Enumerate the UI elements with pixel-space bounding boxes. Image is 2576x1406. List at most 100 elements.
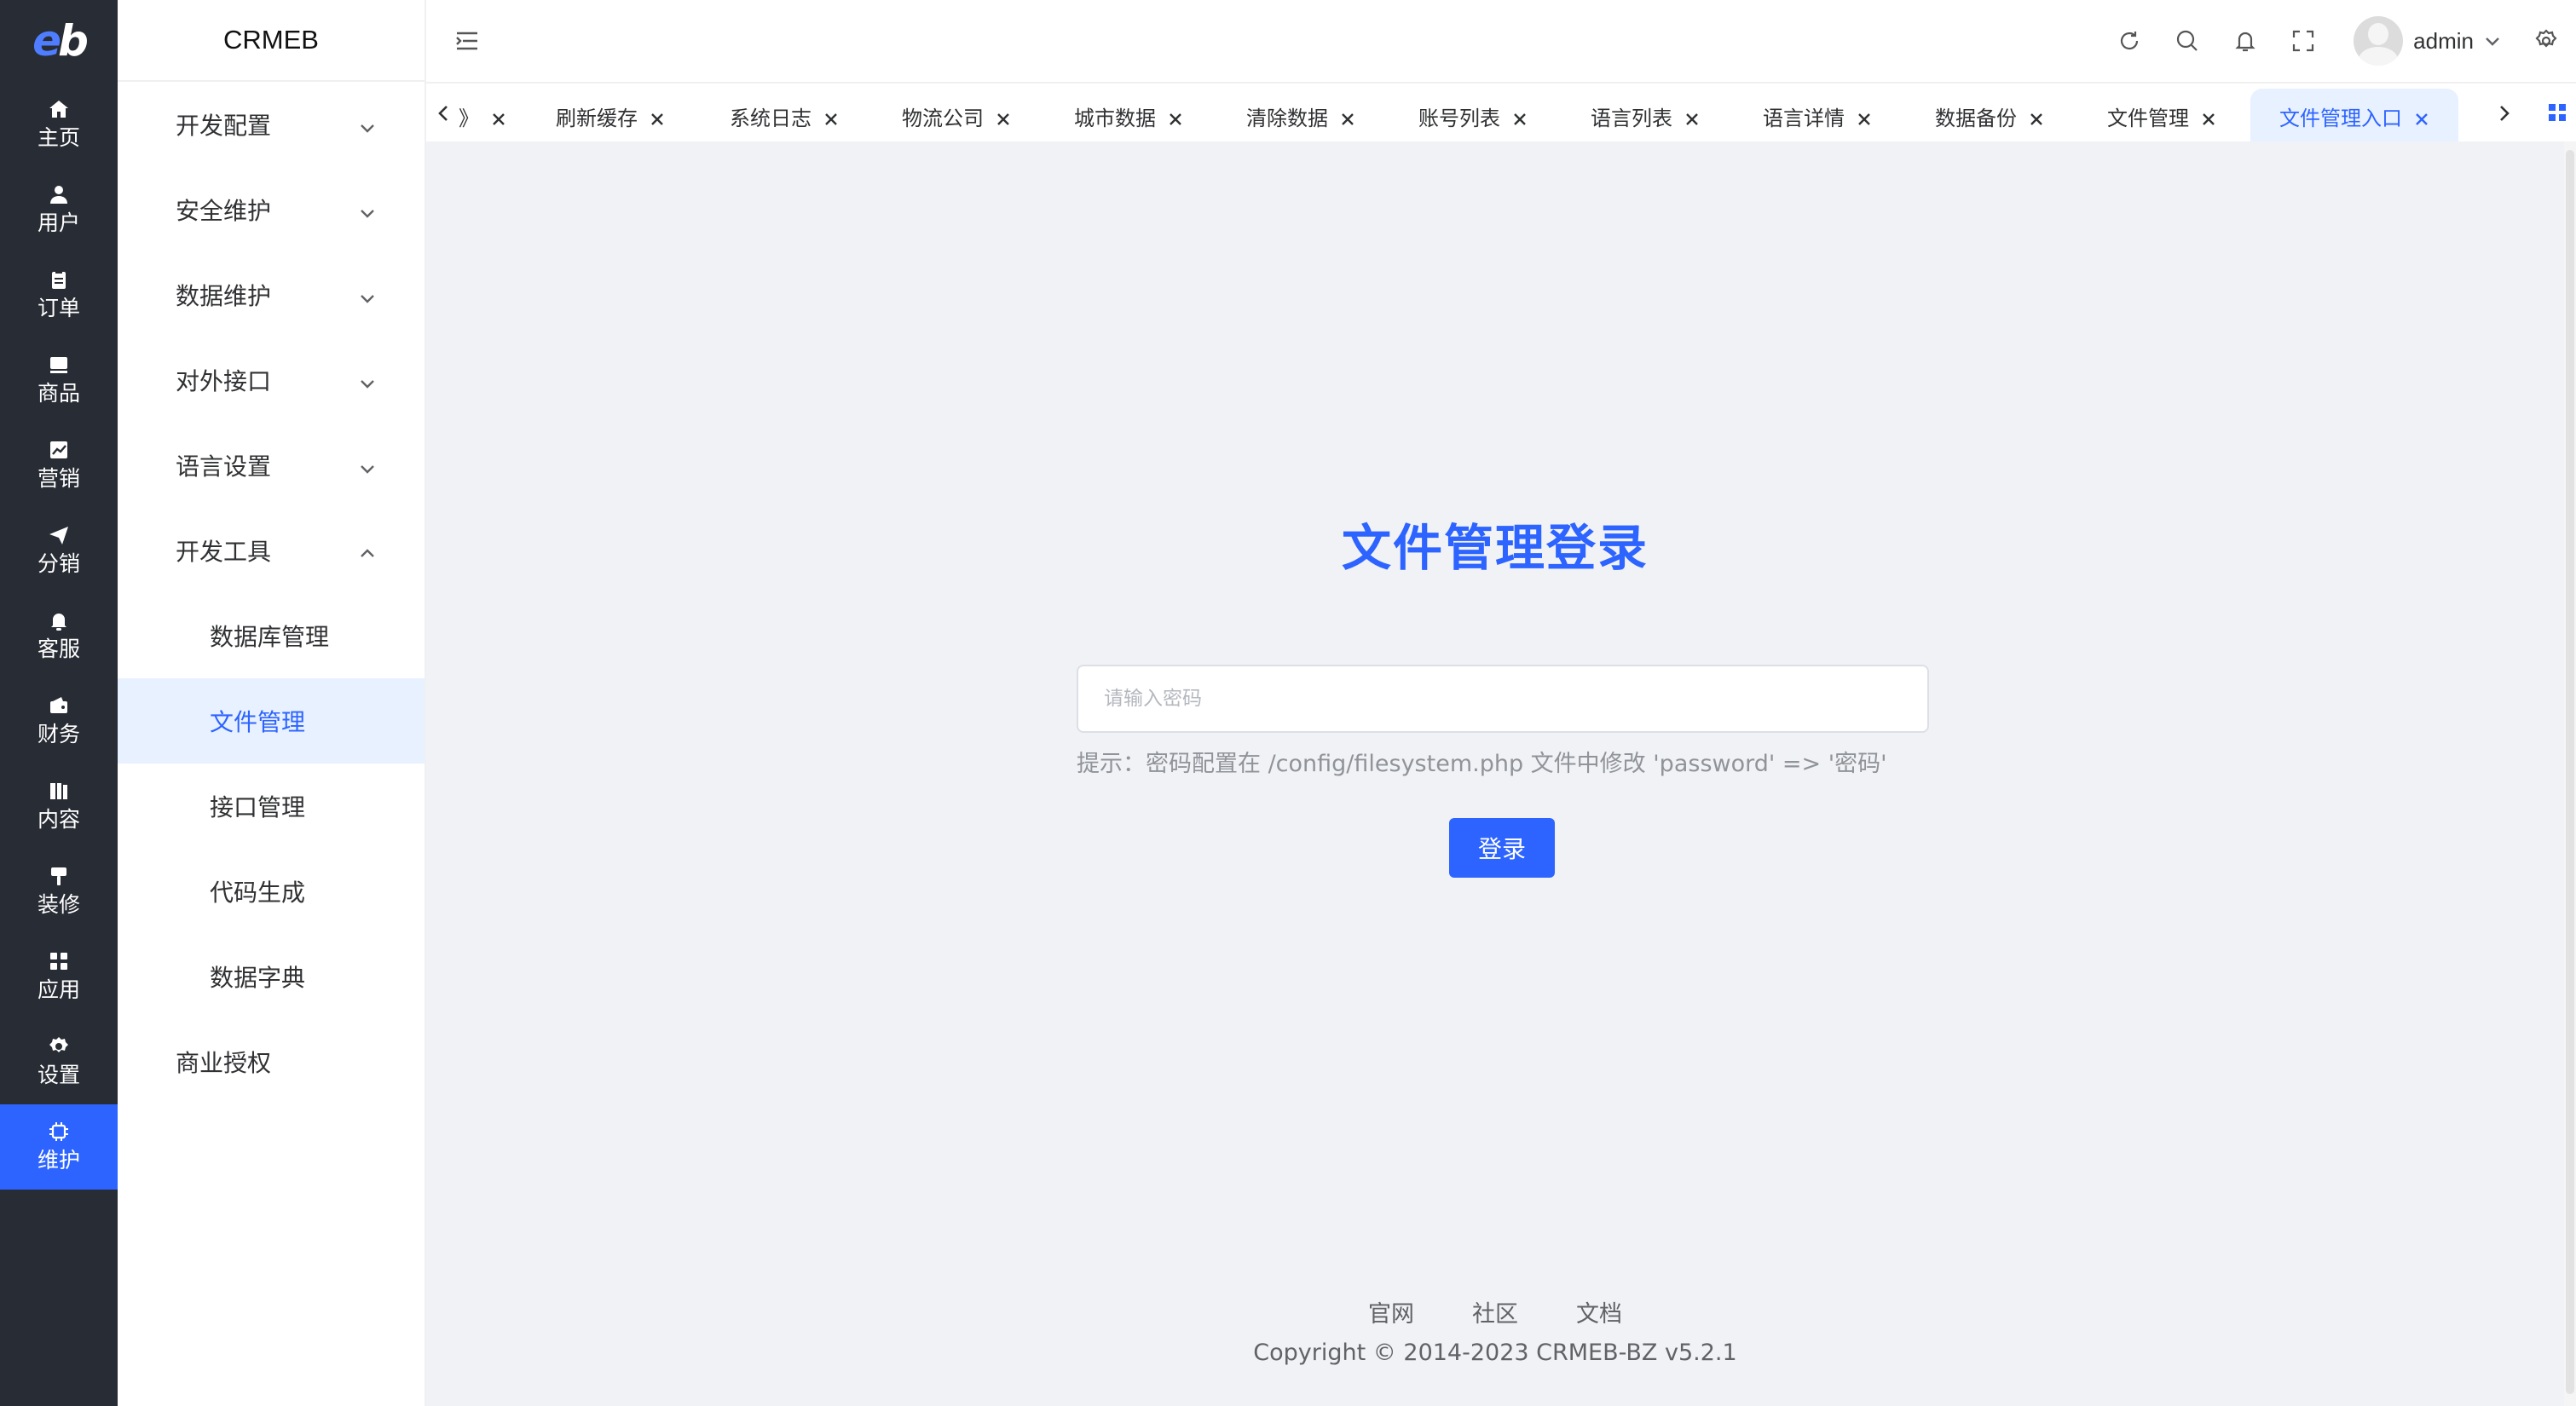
menu-sub-item-1[interactable]: 文件管理 xyxy=(118,678,425,764)
close-icon[interactable] xyxy=(823,108,839,125)
menu-sub-item-2[interactable]: 接口管理 xyxy=(118,764,425,849)
close-icon[interactable] xyxy=(1684,108,1700,125)
tags-scroll-left-icon[interactable] xyxy=(426,84,460,143)
brush-icon xyxy=(48,865,70,887)
logo-letter-e: e xyxy=(32,16,61,66)
tags-list: 》 刷新缓存 系统日志 物流公司 城市数据 清除数据 账号列表 语言列表 语言详情 数据备份 文件管… xyxy=(426,84,2489,143)
password-input[interactable] xyxy=(1077,665,1929,733)
tag-label: 城市数据 xyxy=(1074,106,1156,130)
fullscreen-icon[interactable] xyxy=(2290,28,2316,54)
tag-7[interactable]: 语言详情 xyxy=(1763,89,1872,143)
chart-icon xyxy=(48,439,70,461)
chip-icon xyxy=(48,1121,70,1143)
rail-item-label: 主页 xyxy=(37,125,80,150)
rail-item-2[interactable]: 订单 xyxy=(0,252,118,337)
tags-scroll-right-icon[interactable] xyxy=(2487,84,2521,143)
rail-item-10[interactable]: 应用 xyxy=(0,934,118,1019)
rail-item-8[interactable]: 内容 xyxy=(0,764,118,849)
book-icon xyxy=(48,780,70,802)
scrollbar-track[interactable] xyxy=(2564,141,2576,1406)
footer-link-1[interactable]: 社区 xyxy=(1472,1295,1518,1328)
rail-item-12[interactable]: 维护 xyxy=(0,1104,118,1190)
close-icon[interactable] xyxy=(1512,108,1528,125)
close-icon[interactable] xyxy=(996,108,1011,125)
tag-5[interactable]: 账号列表 xyxy=(1418,89,1528,143)
top-header: admin xyxy=(426,0,2576,82)
close-icon[interactable] xyxy=(650,108,665,125)
rail-item-6[interactable]: 客服 xyxy=(0,593,118,678)
menu-group-2[interactable]: 数据维护 xyxy=(118,252,425,337)
tag-8[interactable]: 数据备份 xyxy=(1935,89,2044,143)
scrollbar-thumb[interactable] xyxy=(2566,150,2574,1394)
user-icon xyxy=(48,183,70,205)
close-icon[interactable] xyxy=(2414,108,2429,125)
menu-sub-item-4[interactable]: 数据字典 xyxy=(118,934,425,1019)
refresh-icon[interactable] xyxy=(2117,28,2142,54)
chevron-down-icon xyxy=(358,456,377,475)
tags-menu-grid-icon[interactable] xyxy=(2547,102,2567,123)
chevron-down-icon[interactable] xyxy=(2484,32,2501,49)
tag-4[interactable]: 清除数据 xyxy=(1246,89,1355,143)
tag-6[interactable]: 语言列表 xyxy=(1591,89,1700,143)
clipboard-icon xyxy=(48,268,70,291)
rail-item-1[interactable]: 用户 xyxy=(0,167,118,252)
rail-item-label: 内容 xyxy=(37,807,80,832)
rail-item-label: 设置 xyxy=(37,1063,80,1087)
tag-label: 系统日志 xyxy=(730,106,811,130)
menu-group-5[interactable]: 开发工具 xyxy=(118,508,425,593)
rail-item-3[interactable]: 商品 xyxy=(0,337,118,423)
tag-2[interactable]: 物流公司 xyxy=(902,89,1011,143)
tag-3[interactable]: 城市数据 xyxy=(1074,89,1183,143)
rail-item-5[interactable]: 分销 xyxy=(0,508,118,593)
wallet-icon xyxy=(48,694,70,717)
username[interactable]: admin xyxy=(2413,28,2474,55)
login-button[interactable]: 登录 xyxy=(1449,818,1555,878)
tag-1[interactable]: 系统日志 xyxy=(730,89,839,143)
tag-9[interactable]: 文件管理 xyxy=(2107,89,2216,143)
footer-link-2[interactable]: 文档 xyxy=(1576,1295,1622,1328)
tag-label: 》 xyxy=(459,106,479,130)
tag-10[interactable]: 文件管理入口 xyxy=(2250,89,2458,143)
menu-sub-item-0[interactable]: 数据库管理 xyxy=(118,593,425,678)
menu-group-label: 数据维护 xyxy=(176,282,272,310)
menu-sub-item-3[interactable]: 代码生成 xyxy=(118,849,425,934)
menu-sub-label: 接口管理 xyxy=(210,793,306,821)
chevron-down-icon xyxy=(358,115,377,134)
footer-link-0[interactable]: 官网 xyxy=(1368,1295,1414,1328)
menu-group-3[interactable]: 对外接口 xyxy=(118,337,425,423)
rail-item-11[interactable]: 设置 xyxy=(0,1019,118,1104)
rail-list: 主页用户 订单 商品 营销分销客服 财务内容装修应用设置维护 xyxy=(0,82,118,1190)
apps-icon xyxy=(48,950,70,972)
menu-group-4[interactable]: 语言设置 xyxy=(118,423,425,508)
close-icon[interactable] xyxy=(491,108,506,125)
tag-partial[interactable]: 》 xyxy=(459,89,506,143)
rail-item-0[interactable]: 主页 xyxy=(0,82,118,167)
brand-logo[interactable]: eb xyxy=(0,0,118,82)
chevron-down-icon xyxy=(358,200,377,219)
menu-toggle-icon[interactable] xyxy=(453,27,481,55)
rail-item-9[interactable]: 装修 xyxy=(0,849,118,934)
chevron-down-icon xyxy=(358,285,377,304)
menu-group-license[interactable]: 商业授权 xyxy=(118,1019,425,1104)
close-icon[interactable] xyxy=(1857,108,1872,125)
close-icon[interactable] xyxy=(2201,108,2216,125)
close-icon[interactable] xyxy=(1340,108,1355,125)
header-tools: admin xyxy=(2084,0,2559,82)
app-root: eb 主页 用户 订单 商品 营销 分销 客服 财务 内容 装修 应用 设置 维护 CRMEB 开发配置… xyxy=(0,0,2576,1406)
avatar[interactable] xyxy=(2354,16,2404,66)
rail-item-4[interactable]: 营销 xyxy=(0,423,118,508)
menu-group-1[interactable]: 安全维护 xyxy=(118,167,425,252)
primary-rail: eb 主页用户 订单 商品 营销分销客服 财务内容装修应用设置维护 xyxy=(0,0,118,1406)
menu-group-0[interactable]: 开发配置 xyxy=(118,82,425,167)
rail-item-label: 装修 xyxy=(37,892,80,917)
close-icon[interactable] xyxy=(1168,108,1183,125)
rail-item-7[interactable]: 财务 xyxy=(0,678,118,764)
rail-item-label: 分销 xyxy=(37,551,80,576)
bell-icon[interactable] xyxy=(2232,28,2258,54)
main-content: 文件管理登录 提示：密码配置在 /config/filesystem.php 文… xyxy=(426,141,2576,1406)
settings-gear-icon[interactable] xyxy=(2533,28,2559,54)
password-hint: 提示：密码配置在 /config/filesystem.php 文件中修改 'p… xyxy=(1077,751,1887,777)
search-icon[interactable] xyxy=(2175,28,2200,54)
tag-0[interactable]: 刷新缓存 xyxy=(556,89,665,143)
close-icon[interactable] xyxy=(2029,108,2044,125)
